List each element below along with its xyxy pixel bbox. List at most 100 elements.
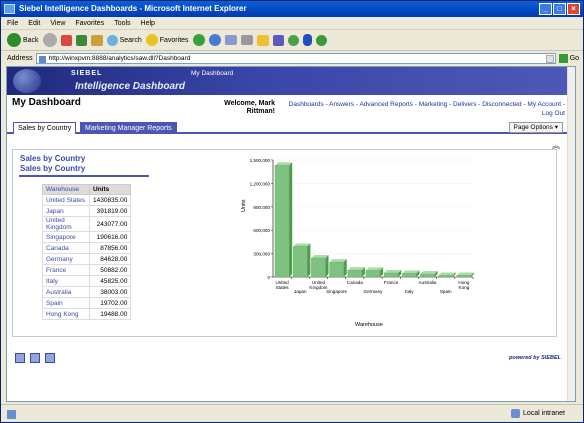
table-row: Japan 391819.00 — [42, 205, 132, 217]
bar[interactable] — [402, 273, 417, 278]
bar[interactable] — [311, 257, 326, 278]
vertical-scrollbar[interactable] — [567, 67, 575, 401]
warehouse-cell[interactable]: Singapore — [42, 231, 90, 243]
global-nav-links[interactable]: Dashboards - Answers - Advanced Reports … — [275, 100, 565, 118]
bar[interactable] — [329, 261, 344, 278]
bar-top — [384, 270, 402, 274]
refresh-page-icon[interactable] — [15, 353, 25, 363]
print-button[interactable] — [240, 31, 253, 49]
menu-tools[interactable]: Tools — [114, 17, 130, 29]
mail-button[interactable] — [224, 31, 237, 49]
bar-top — [438, 272, 456, 276]
folder-icon — [256, 34, 269, 46]
bluetooth-button[interactable] — [302, 31, 312, 49]
globe-icon — [13, 69, 41, 93]
home-button[interactable] — [90, 31, 103, 49]
close-button[interactable]: × — [567, 3, 580, 15]
sales-bar-chart: 0 300,000 600,000 900,000 1,200,000 1,500,000… — [241, 158, 474, 328]
warehouse-cell[interactable]: Japan — [42, 205, 90, 217]
title-divider — [19, 175, 149, 177]
print-page-icon[interactable] — [30, 353, 40, 363]
back-button[interactable]: Back — [7, 31, 39, 49]
page-title: My Dashboard — [12, 97, 81, 108]
tab-sales-by-country[interactable]: Sales by Country — [13, 122, 77, 134]
bar[interactable] — [293, 246, 308, 278]
maximize-button[interactable]: □ — [553, 3, 566, 15]
logout-link[interactable]: Log Out — [275, 109, 565, 118]
bar[interactable] — [420, 273, 435, 278]
history-button[interactable] — [208, 31, 221, 49]
warehouse-cell[interactable]: Australia — [42, 286, 90, 298]
warehouse-cell[interactable]: United States — [42, 194, 90, 206]
footer-actions — [15, 353, 55, 363]
bar[interactable] — [456, 275, 472, 278]
x-tick-label: Spain — [440, 289, 452, 294]
siebel-banner: SIEBEL Intelligence Dashboard My Dashboa… — [7, 67, 569, 95]
bar-top — [456, 272, 474, 276]
intranet-icon — [510, 409, 520, 418]
refresh-icon — [75, 34, 87, 46]
edit-button[interactable] — [256, 31, 269, 49]
refresh-button[interactable] — [75, 31, 87, 49]
address-bar: Address http://winxpvm:8888/analytics/sa… — [1, 51, 583, 65]
report-subtitle: Sales by Country — [20, 164, 86, 173]
media-button[interactable] — [192, 31, 205, 49]
messenger-icon — [287, 34, 299, 46]
warehouse-cell[interactable]: Italy — [42, 275, 90, 287]
bar[interactable] — [365, 270, 381, 278]
table-row: United States 1430835.00 — [42, 194, 132, 206]
address-dropdown-icon[interactable] — [545, 54, 554, 63]
stop-button[interactable] — [60, 31, 72, 49]
bar-top — [402, 270, 420, 274]
forward-button[interactable] — [42, 31, 57, 49]
report-section: Sales by Country Sales by Country Wareho… — [12, 149, 557, 337]
go-button[interactable]: Go — [558, 53, 579, 63]
page-options-button[interactable]: Page Options ▾ — [508, 122, 563, 133]
warehouse-cell[interactable]: Canada — [42, 242, 90, 254]
media-icon — [192, 34, 205, 46]
tab-marketing-manager-reports[interactable]: Marketing Manager Reports — [80, 122, 177, 134]
menu-view[interactable]: View — [50, 17, 65, 29]
minimize-button[interactable]: _ — [539, 3, 552, 15]
bar-top — [420, 271, 438, 275]
warehouse-cell[interactable]: Germany — [42, 253, 90, 265]
bar[interactable] — [274, 165, 290, 278]
warehouse-cell[interactable]: Spain — [42, 297, 90, 309]
menu-favorites[interactable]: Favorites — [75, 17, 104, 29]
table-row: Germany 84628.00 — [42, 253, 132, 265]
export-icon[interactable] — [45, 353, 55, 363]
units-cell: 45825.00 — [88, 275, 132, 287]
bar-top — [275, 162, 293, 166]
bar[interactable] — [383, 272, 399, 278]
y-tick-label: 1,500,000 — [250, 158, 271, 163]
product-name: Intelligence Dashboard — [75, 81, 186, 92]
y-tick-label: 600,000 — [253, 228, 270, 233]
search-button[interactable]: Search — [106, 31, 142, 49]
units-cell: 243077.00 — [88, 216, 132, 232]
security-zone: Local intranet — [510, 409, 565, 418]
column-header-warehouse[interactable]: Warehouse — [42, 184, 90, 195]
menu-bar: File Edit View Favorites Tools Help — [1, 17, 583, 30]
messenger-button[interactable] — [287, 31, 299, 49]
units-cell: 84628.00 — [88, 253, 132, 265]
address-url: http://winxpvm:8888/analytics/saw.dll?Da… — [48, 54, 191, 62]
warehouse-cell[interactable]: United Kingdom — [42, 216, 90, 232]
discuss-button[interactable] — [272, 31, 284, 49]
menu-edit[interactable]: Edit — [28, 17, 40, 29]
units-cell: 19488.00 — [88, 308, 132, 320]
warehouse-cell[interactable]: France — [42, 264, 90, 276]
address-input[interactable]: http://winxpvm:8888/analytics/saw.dll?Da… — [35, 52, 556, 64]
bar[interactable] — [438, 275, 453, 278]
my-dashboard-link[interactable]: My Dashboard — [191, 70, 233, 77]
favorites-button[interactable]: Favorites — [145, 31, 189, 49]
warehouse-cell[interactable]: Hong Kong — [42, 308, 90, 320]
units-cell: 190616.00 — [88, 231, 132, 243]
menu-file[interactable]: File — [7, 17, 18, 29]
bar[interactable] — [347, 269, 363, 278]
y-axis-label: Units — [241, 199, 247, 212]
page-status-icon — [7, 409, 16, 419]
menu-help[interactable]: Help — [141, 17, 155, 29]
column-header-units[interactable]: Units — [88, 184, 132, 195]
research-button[interactable] — [315, 31, 327, 49]
x-tick-label: Germany — [364, 289, 384, 294]
